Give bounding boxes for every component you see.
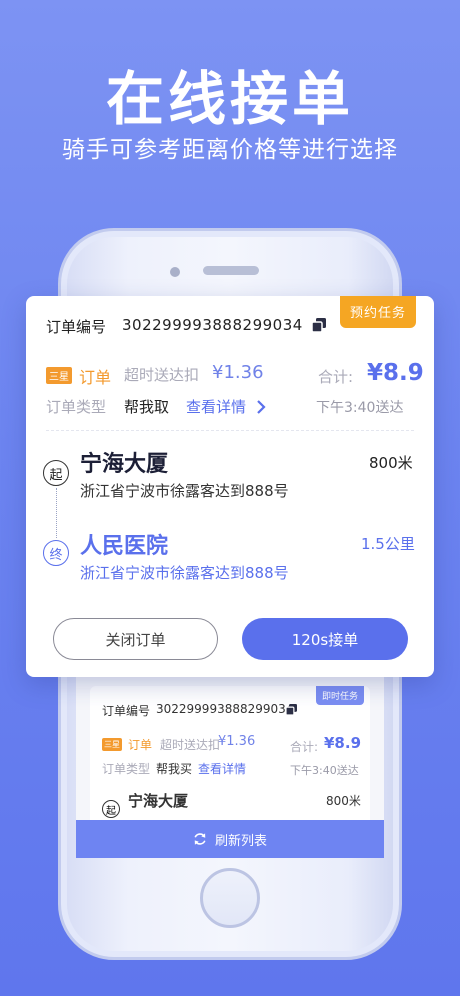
pickup-distance: 800米 bbox=[369, 454, 413, 472]
timeout-deduction-value: ¥1.36 bbox=[212, 362, 264, 383]
inner-copy-icon[interactable] bbox=[286, 704, 297, 715]
inner-order-no-label: 订单编号 bbox=[102, 704, 151, 718]
card-divider bbox=[46, 430, 414, 431]
chevron-right-icon[interactable] bbox=[256, 400, 266, 414]
inner-order-kind: 订单 bbox=[128, 738, 153, 752]
inner-detail-link[interactable]: 查看详情 bbox=[198, 760, 246, 777]
total-value: ¥8.9 bbox=[367, 360, 424, 386]
refresh-icon bbox=[194, 833, 206, 845]
inner-type-label: 订单类型 bbox=[102, 762, 151, 776]
refresh-bar[interactable]: 刷新列表 bbox=[76, 820, 384, 858]
inner-start-distance: 800米 bbox=[326, 794, 361, 808]
home-button[interactable] bbox=[200, 868, 260, 928]
promo-subtitle: 骑手可参考距离价格等进行选择 bbox=[62, 137, 398, 163]
inner-timeout-value: ¥1.36 bbox=[218, 734, 256, 749]
order-kind-label: 订单 bbox=[79, 368, 112, 387]
inner-type-value: 帮我买 bbox=[156, 762, 193, 776]
promo-title: 在线接单 bbox=[105, 65, 354, 133]
inner-instant-tag: 即时任务 bbox=[315, 686, 364, 705]
start-point-icon: 起 bbox=[43, 460, 69, 486]
total-label: 合计: bbox=[318, 368, 354, 386]
order-no-value: 302299993888299034 bbox=[122, 316, 303, 334]
inner-timeout-label: 超时送达扣 bbox=[160, 738, 221, 752]
timeout-deduction-label: 超时送达扣 bbox=[124, 366, 200, 384]
order-type-value: 帮我取 bbox=[124, 398, 170, 416]
refresh-label: 刷新列表 bbox=[214, 833, 267, 849]
order-no-label: 订单编号 bbox=[46, 318, 107, 336]
star-level-badge: 三星 bbox=[46, 367, 72, 384]
end-point-icon-text: 终 bbox=[49, 547, 63, 563]
close-order-button[interactable]: 关闭订单 bbox=[53, 618, 218, 660]
phone-camera bbox=[170, 267, 180, 277]
dropoff-distance: 1.5公里 bbox=[361, 535, 415, 553]
dropoff-address: 浙江省宁波市徐露客达到888号 bbox=[80, 564, 289, 582]
order-card: 预约任务 订单编号 302299993888299034 三星 订单 超时送达扣… bbox=[26, 296, 434, 677]
reserved-task-tag: 预约任务 bbox=[339, 296, 416, 328]
accept-order-button[interactable]: 120s接单 bbox=[242, 618, 408, 660]
pickup-name: 宁海大厦 bbox=[80, 452, 169, 477]
end-point-icon: 终 bbox=[43, 540, 69, 566]
view-details-link[interactable]: 查看详情 bbox=[186, 396, 246, 417]
route-line bbox=[56, 488, 57, 538]
pickup-address: 浙江省宁波市徐露客达到888号 bbox=[80, 482, 289, 500]
start-point-icon-text: 起 bbox=[49, 467, 63, 483]
inner-order-no: 302299993888299034 bbox=[156, 702, 294, 716]
inner-start-icon: 起 bbox=[102, 800, 120, 818]
inner-total-label: 合计: bbox=[290, 740, 319, 754]
dropoff-name: 人民医院 bbox=[80, 534, 169, 559]
inner-total-value: ¥8.9 bbox=[324, 734, 362, 752]
inner-star-badge: 三星 bbox=[102, 738, 122, 751]
inner-start-icon-text: 起 bbox=[106, 805, 116, 817]
phone-speaker bbox=[203, 266, 259, 275]
copy-icon[interactable] bbox=[312, 318, 326, 332]
order-type-label: 订单类型 bbox=[46, 398, 107, 416]
inner-deliver-time: 下午3:40送达 bbox=[290, 764, 359, 777]
inner-start-name: 宁海大厦 bbox=[128, 792, 189, 810]
delivery-time: 下午3:40送达 bbox=[316, 400, 404, 416]
